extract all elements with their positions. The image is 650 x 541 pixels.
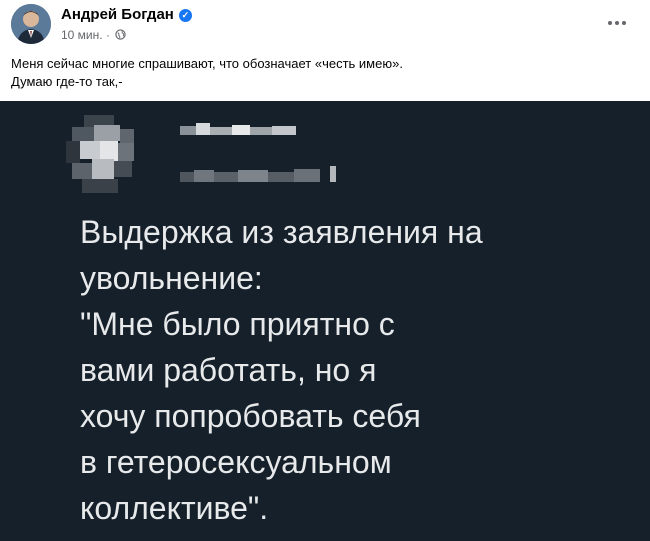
post-meta: 10 мин. · bbox=[61, 27, 126, 42]
author-name-label: Андрей Богдан bbox=[61, 6, 174, 23]
blurred-avatar bbox=[66, 115, 134, 193]
tweet-line: хочу попробовать себя bbox=[80, 398, 421, 434]
verified-badge-icon: ✓ bbox=[178, 9, 192, 22]
tweet-text: Выдержка из заявления на увольнение: "Мн… bbox=[80, 209, 640, 531]
tweet-line: "Мне было приятно с bbox=[80, 306, 395, 342]
more-options-button[interactable] bbox=[602, 8, 632, 38]
tweet-line: увольнение: bbox=[80, 260, 263, 296]
tweet-line: коллективе". bbox=[80, 490, 269, 526]
post-text-line: Меня сейчас многие спрашивают, что обозн… bbox=[11, 56, 403, 71]
post-image[interactable]: Выдержка из заявления на увольнение: "Мн… bbox=[0, 101, 650, 541]
meta-separator: · bbox=[105, 27, 110, 42]
blurred-handle bbox=[180, 166, 336, 182]
post-text-line: Думаю где-то так,- bbox=[11, 74, 123, 89]
tweet-line: в гетеросексуальном bbox=[80, 444, 392, 480]
author-name[interactable]: Андрей Богдан ✓ bbox=[61, 6, 192, 23]
post-timestamp[interactable]: 10 мин. bbox=[61, 28, 103, 42]
blurred-display-name bbox=[180, 123, 296, 135]
post-header: Андрей Богдан ✓ 10 мин. · bbox=[0, 0, 650, 52]
facebook-post: Андрей Богдан ✓ 10 мин. · Меня сейчас мно… bbox=[0, 0, 650, 541]
tweet-line: вами работать, но я bbox=[80, 352, 377, 388]
tweet-line: Выдержка из заявления на bbox=[80, 214, 483, 250]
author-avatar[interactable] bbox=[11, 4, 51, 44]
post-message: Меня сейчас многие спрашивают, что обозн… bbox=[11, 55, 631, 91]
globe-icon bbox=[115, 29, 126, 41]
more-options-icon bbox=[608, 21, 626, 25]
